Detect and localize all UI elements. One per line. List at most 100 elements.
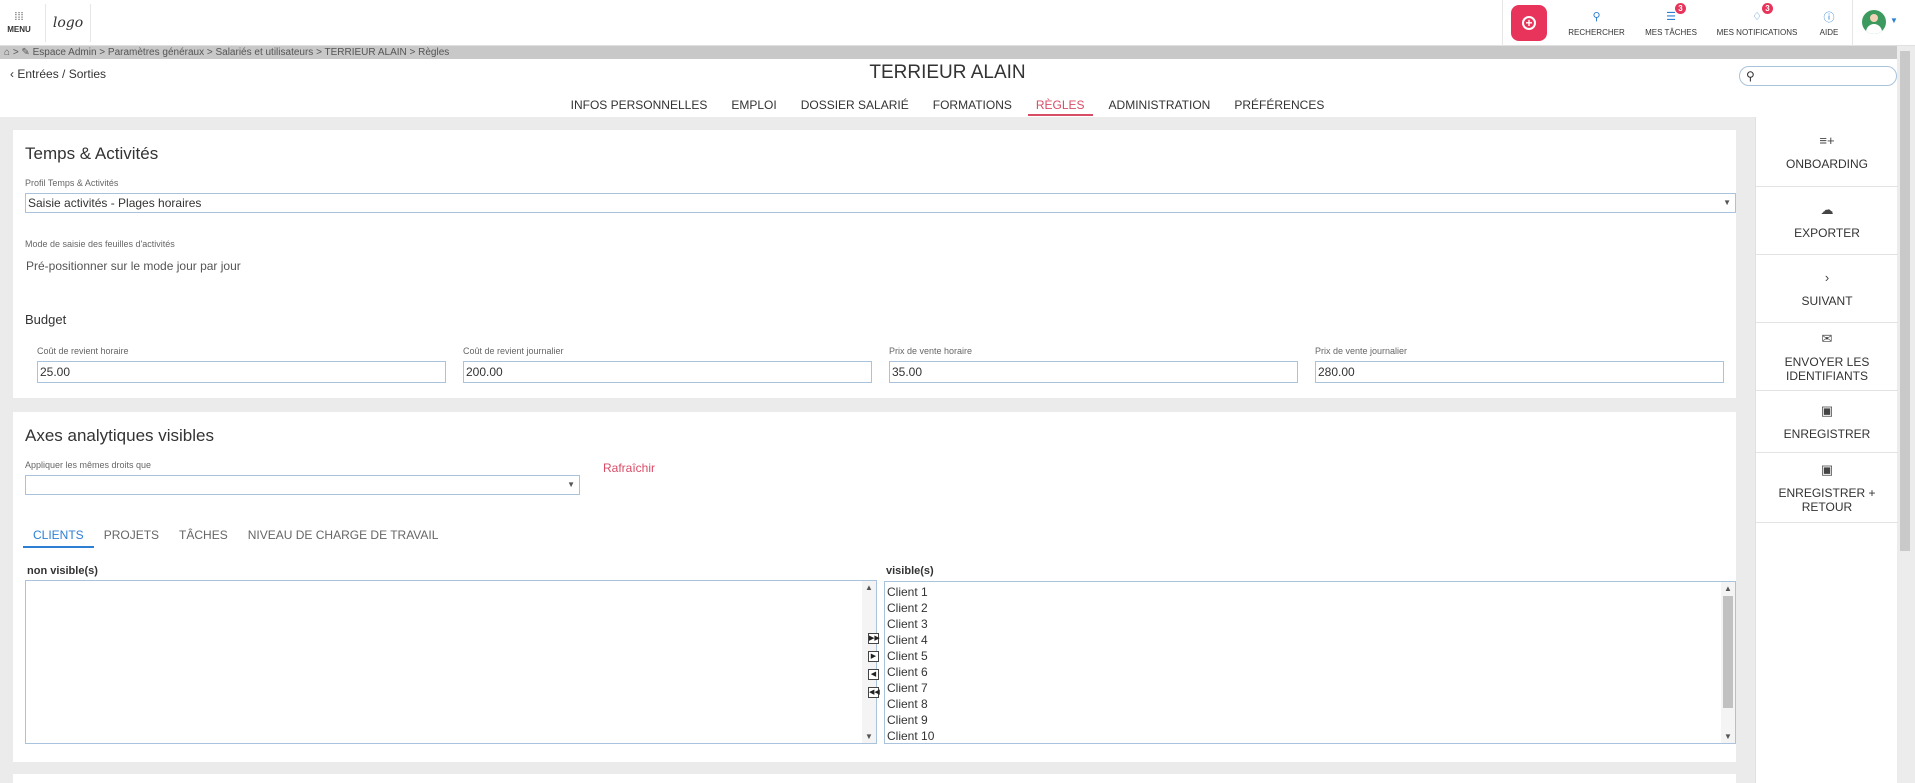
visible-items: Client 1 Client 2 Client 3 Client 4 Clie… (887, 584, 934, 744)
divider (1852, 0, 1853, 46)
tasks-badge: 3 (1675, 3, 1686, 14)
budget-field-label: Prix de vente journalier (1315, 346, 1408, 356)
tab-administration[interactable]: ADMINISTRATION (1097, 98, 1223, 116)
profile-select[interactable]: Saisie activités - Plages horaires ▼ (25, 193, 1736, 213)
budget-field-label: Coût de revient journalier (463, 346, 564, 356)
caret-down-icon: ▼ (567, 480, 575, 489)
search-input[interactable]: ⚲ (1739, 66, 1897, 86)
tab-preferences[interactable]: PRÉFÉRENCES (1222, 98, 1336, 116)
list-item[interactable]: Client 2 (887, 600, 934, 616)
export-button[interactable]: ☁ EXPORTER (1756, 187, 1898, 255)
list-scrollbar[interactable]: ▲ ▼ (862, 581, 876, 743)
menu-label: MENU (7, 24, 31, 34)
notifications-action-label: MES NOTIFICATIONS (1716, 27, 1798, 37)
page-scrollbar[interactable] (1897, 46, 1915, 783)
tab-emploi[interactable]: EMPLOI (719, 98, 788, 116)
save-return-icon: ▣ (1820, 461, 1834, 477)
mode-value: Pré-positionner sur le mode jour par jou… (26, 259, 241, 273)
list-item[interactable]: Client 10 (887, 728, 934, 744)
scrollbar-thumb[interactable] (1900, 51, 1910, 551)
tasks-action[interactable]: ☰ 3 MES TÂCHES (1645, 0, 1697, 46)
onboarding-label: ONBOARDING (1785, 156, 1868, 171)
avatar[interactable] (1862, 10, 1886, 34)
onboarding-button[interactable]: ≡+ ONBOARDING (1756, 117, 1898, 187)
breadcrumb[interactable]: ⌂ > ✎ Espace Admin > Paramètres généraux… (0, 46, 1915, 59)
budget-field-label: Coût de revient horaire (37, 346, 129, 356)
list-item[interactable]: Client 1 (887, 584, 934, 600)
apply-rights-label: Appliquer les mêmes droits que (25, 460, 152, 470)
list-scrollbar[interactable]: ▲ ▼ (1721, 582, 1735, 743)
help-icon: ⓘ (1823, 11, 1835, 24)
logo-text: logo (52, 15, 84, 31)
subtab-clients[interactable]: CLIENTS (23, 528, 94, 548)
plus-circle-icon: + (1522, 16, 1536, 30)
scroll-down-icon[interactable]: ▼ (865, 732, 873, 741)
scroll-up-icon[interactable]: ▲ (1724, 584, 1732, 593)
tab-infos-personnelles[interactable]: INFOS PERSONNELLES (559, 98, 720, 116)
subtab-niveau-charge[interactable]: NIVEAU DE CHARGE DE TRAVAIL (238, 528, 449, 548)
list-item[interactable]: Client 4 (887, 632, 934, 648)
list-item[interactable]: Client 6 (887, 664, 934, 680)
help-action[interactable]: ⓘ AIDE (1816, 0, 1842, 46)
mail-icon: ✉ (1821, 330, 1833, 346)
menu-button[interactable]: ⁞⁞⁞ MENU (0, 0, 38, 46)
save-return-button[interactable]: ▣ ENREGISTRER + RETOUR (1756, 453, 1898, 523)
daily-cost-input[interactable]: 200.00 (463, 361, 872, 383)
hourly-cost-input[interactable]: 25.00 (37, 361, 446, 383)
help-action-label: AIDE (1819, 27, 1839, 37)
avatar-body (1866, 24, 1882, 34)
tasks-action-label: MES TÂCHES (1645, 27, 1697, 37)
tab-dossier-salarie[interactable]: DOSSIER SALARIÉ (789, 98, 921, 116)
save-button[interactable]: ▣ ENREGISTRER (1756, 391, 1898, 453)
non-visible-list[interactable]: ▲ ▼ (25, 580, 877, 744)
scroll-up-icon[interactable]: ▲ (865, 583, 873, 592)
next-button[interactable]: › SUIVANT (1756, 255, 1898, 323)
non-visible-label: non visible(s) (27, 565, 98, 577)
top-bar: ⁞⁞⁞ MENU logo + ⚲ RECHERCHER ☰ 3 MES TÂC… (0, 0, 1915, 46)
apply-rights-select[interactable]: ▼ (25, 475, 580, 495)
main-tabs: INFOS PERSONNELLES EMPLOI DOSSIER SALARI… (0, 98, 1895, 116)
caret-down-icon[interactable]: ▼ (1890, 16, 1898, 25)
quick-add-button[interactable]: + (1511, 5, 1547, 41)
refresh-link[interactable]: Rafraîchir (603, 461, 655, 475)
profile-select-value: Saisie activités - Plages horaires (28, 196, 202, 210)
visible-list[interactable]: Client 1 Client 2 Client 3 Client 4 Clie… (884, 581, 1736, 744)
action-side-panel: ≡+ ONBOARDING ☁ EXPORTER › SUIVANT ✉ ENV… (1755, 117, 1898, 783)
profile-label: Profil Temps & Activités (25, 178, 119, 188)
logo[interactable]: logo (45, 4, 91, 42)
list-item[interactable]: Client 8 (887, 696, 934, 712)
notifications-action[interactable]: ♢ 3 MES NOTIFICATIONS (1717, 0, 1797, 46)
daily-price-input[interactable]: 280.00 (1315, 361, 1724, 383)
move-all-right-icon[interactable]: ▶▶ (868, 633, 880, 644)
send-credentials-label: ENVOYER LES IDENTIFIANTS (1784, 354, 1870, 383)
hourly-price-input[interactable]: 35.00 (889, 361, 1298, 383)
list-item[interactable]: Client 7 (887, 680, 934, 696)
temps-activites-card: Temps & Activités Profil Temps & Activit… (13, 130, 1736, 398)
caret-down-icon: ▼ (1723, 198, 1731, 207)
scroll-down-icon[interactable]: ▼ (1724, 732, 1732, 741)
move-left-icon[interactable]: ◀ (868, 669, 879, 680)
notifications-badge: 3 (1762, 3, 1773, 14)
chevron-right-icon: › (1824, 269, 1830, 285)
search-icon: ⚲ (1746, 69, 1755, 83)
search-icon: ⚲ (1592, 11, 1601, 23)
move-all-left-icon[interactable]: ◀◀ (868, 687, 880, 698)
search-action-label: RECHERCHER (1568, 27, 1625, 37)
subtab-taches[interactable]: TÂCHES (169, 528, 238, 548)
send-credentials-button[interactable]: ✉ ENVOYER LES IDENTIFIANTS (1756, 323, 1898, 391)
tab-formations[interactable]: FORMATIONS (921, 98, 1024, 116)
export-label: EXPORTER (1794, 225, 1860, 240)
page-header: ‹ Entrées / Sorties TERRIEUR ALAIN ⚲ INF… (0, 59, 1915, 117)
list-item[interactable]: Client 5 (887, 648, 934, 664)
save-label: ENREGISTRER (1783, 426, 1871, 441)
subtab-projets[interactable]: PROJETS (94, 528, 169, 548)
search-action[interactable]: ⚲ RECHERCHER (1568, 0, 1625, 46)
mode-label: Mode de saisie des feuilles d'activités (25, 239, 175, 249)
tab-regles[interactable]: RÈGLES (1027, 98, 1093, 116)
scrollbar-thumb[interactable] (1723, 596, 1733, 708)
bell-icon: ♢ (1752, 11, 1762, 23)
list-item[interactable]: Client 9 (887, 712, 934, 728)
move-right-icon[interactable]: ▶ (868, 651, 879, 662)
save-icon: ▣ (1820, 402, 1834, 418)
list-item[interactable]: Client 3 (887, 616, 934, 632)
